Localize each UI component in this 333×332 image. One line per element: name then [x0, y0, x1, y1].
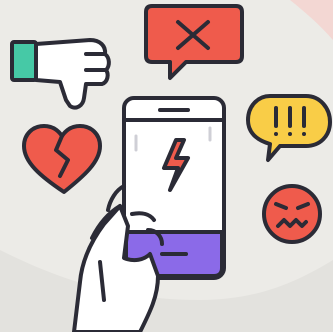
phone-icon — [122, 96, 226, 280]
cyberbullying-illustration — [0, 0, 333, 332]
angry-face-icon — [262, 184, 322, 244]
